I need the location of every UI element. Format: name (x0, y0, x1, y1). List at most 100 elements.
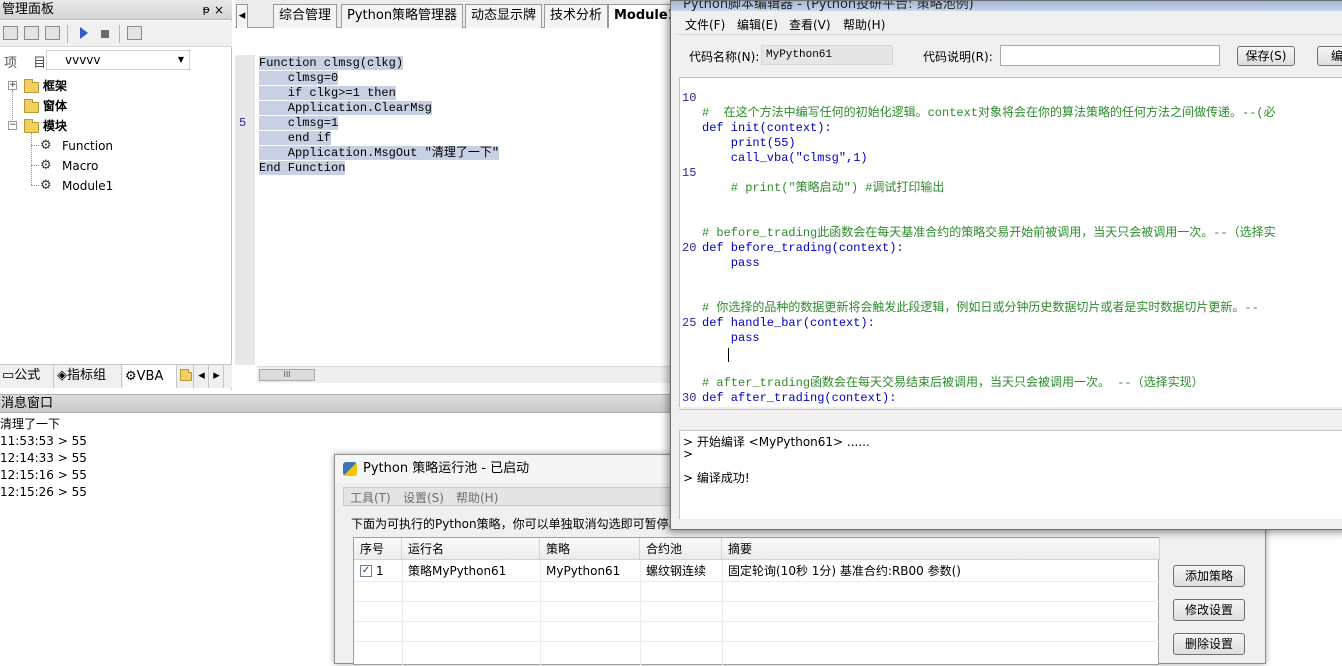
code-info-bar: 代码名称(N): MyPython61 代码说明(R): 保存(S) 编 (677, 37, 1342, 75)
folder-icon (180, 369, 192, 381)
pin-icon[interactable]: ᵽ (203, 0, 210, 20)
close-icon[interactable]: × (214, 0, 224, 20)
save-button[interactable]: 保存(S) (1237, 46, 1295, 66)
tree-item-module1[interactable]: ⚙ Module1 (0, 177, 230, 195)
code-name-field[interactable]: MyPython61 (761, 45, 893, 65)
chevron-left-icon: ◂ (198, 368, 205, 383)
message-line: 12:15:16 > 55 (0, 468, 87, 482)
management-panel: 管理面板 ᵽ × 项 目 vvvvv ▼ + 框架 窗体 − 模块 ⚙ Func… (0, 0, 232, 390)
new-item-icon[interactable] (3, 26, 18, 40)
chevron-right-icon: ▸ (213, 368, 220, 383)
chevron-down-icon: ▼ (177, 55, 184, 64)
strategy-pool-description: 下面为可执行的Python策略，你可以单独取消勾选即可暂停单 (351, 517, 681, 531)
management-panel-title: 管理面板 (2, 2, 55, 17)
edit-button[interactable]: 编 (1317, 46, 1342, 66)
tab-indicator-group[interactable]: ◈指标组 (55, 365, 122, 388)
code-line: def init(context): (702, 121, 832, 135)
tab-label: 指标组 (67, 368, 107, 383)
tab-formula[interactable]: ▭公式 (0, 365, 54, 388)
tab-scroll-left[interactable]: ◂ (236, 4, 248, 28)
tree-item-label: 框架 (43, 79, 68, 93)
strategy-pool-title: Python 策略运行池 - 已启动 (363, 461, 530, 476)
menu-help[interactable]: 帮助(H) (456, 489, 498, 506)
python-editor-title-bar[interactable]: Python脚本编辑器 - (Python投研平台: 策略池例) (671, 1, 1342, 11)
tab-technical-analysis[interactable]: 技术分析 (544, 4, 609, 28)
scrollbar-thumb[interactable]: III (259, 369, 315, 381)
message-line: 11:53:53 > 55 (0, 434, 87, 448)
formula-icon: ▭ (2, 368, 15, 383)
menu-tools[interactable]: 工具(T) (350, 489, 391, 506)
tab-label: 公式 (14, 368, 41, 383)
cell-summary: 固定轮询(10秒 1分) 基准合约:RB00 参数() (728, 564, 961, 578)
module-icon: ⚙ (40, 138, 52, 153)
folder-icon (24, 79, 39, 93)
collapse-icon[interactable]: − (8, 121, 17, 130)
python-code-editor[interactable]: 10 15 20 25 30 # 在这个方法中编写任何的初始化逻辑。contex… (679, 77, 1342, 407)
tree-item-module[interactable]: − 模块 (0, 117, 230, 135)
stop-icon[interactable] (101, 30, 109, 38)
column-header-strategy[interactable]: 策略 (540, 538, 640, 560)
code-desc-field[interactable] (1000, 45, 1220, 66)
tab-dynamic-board[interactable]: 动态显示牌 (465, 4, 543, 28)
output-splitter[interactable] (679, 409, 1342, 431)
horizontal-scrollbar[interactable]: III (257, 366, 675, 383)
indicator-icon: ◈ (57, 368, 67, 383)
project-label: 项 目 (4, 56, 53, 71)
cell-run-name: 策略MyPython61 (408, 564, 507, 578)
menu-file[interactable]: 文件(F) (685, 16, 725, 33)
code-line: pass (702, 331, 760, 345)
line-number: 20 (682, 241, 697, 255)
tree-item-frame[interactable]: + 框架 (0, 77, 230, 95)
code-line: # before_trading此函数会在每天基准合约的策略交易开始前被调用，当… (702, 226, 1276, 240)
vba-code[interactable]: Function clmsg(clkg) clmsg=0 if clkg>=1 … (259, 56, 500, 176)
message-window-body: 清理了一下 11:53:53 > 55 12:14:33 > 55 12:15:… (0, 416, 87, 501)
management-panel-title-bar: 管理面板 ᵽ × (0, 0, 232, 20)
code-line: clmsg=1 (259, 116, 339, 130)
column-header-index[interactable]: 序号 (354, 538, 402, 560)
line-number: 30 (682, 391, 697, 405)
code-line: call_vba("clmsg",1) (702, 151, 868, 165)
list-view-icon[interactable] (24, 26, 39, 40)
grid-line (354, 601, 1160, 602)
toolbar-separator (119, 25, 120, 43)
delete-settings-button[interactable]: 删除设置 (1173, 633, 1245, 655)
code-line: # 在这个方法中编写任何的初始化逻辑。context对象将会在你的算法策略的任何… (702, 106, 1276, 120)
tab-more[interactable] (178, 365, 194, 388)
cell-strategy: MyPython61 (546, 564, 621, 578)
menu-view[interactable]: 查看(V) (789, 16, 831, 33)
column-header-summary[interactable]: 摘要 (722, 538, 1160, 560)
column-header-pool[interactable]: 合约池 (640, 538, 722, 560)
tree-item-label: 窗体 (43, 99, 68, 113)
menu-settings[interactable]: 设置(S) (403, 489, 444, 506)
tree-item-function[interactable]: ⚙ Function (0, 137, 230, 155)
run-icon[interactable] (80, 27, 88, 39)
toolbar-separator (67, 25, 68, 43)
code-line: end if (259, 131, 332, 145)
project-select[interactable]: vvvvv ▼ (46, 50, 190, 70)
tab-scroll-left[interactable]: ◂ (195, 365, 209, 388)
tree-item-form[interactable]: 窗体 (0, 97, 230, 115)
tree-item-macro[interactable]: ⚙ Macro (0, 157, 230, 175)
text-cursor (728, 348, 729, 362)
message-window-title: 消息窗口 (0, 394, 680, 413)
tab-python-strategy-manager[interactable]: Python策略管理器 (341, 4, 464, 28)
module-icon: ⚙ (40, 158, 52, 173)
expand-icon[interactable]: + (8, 81, 17, 90)
tree-item-label: Function (62, 139, 114, 153)
line-number: 10 (682, 91, 697, 105)
strategy-table: 序号 运行名 策略 合约池 摘要 ✓ 1 策略MyPython61 MyPyth… (353, 537, 1160, 666)
properties-icon[interactable] (45, 26, 60, 40)
editor-tab-bar: ◂ 综合管理 Python策略管理器 动态显示牌 技术分析 Module1 (235, 0, 683, 29)
column-header-run-name[interactable]: 运行名 (402, 538, 540, 560)
modify-settings-button[interactable]: 修改设置 (1173, 599, 1245, 621)
add-strategy-button[interactable]: 添加策略 (1173, 565, 1245, 587)
tab-vba[interactable]: ⚙VBA (123, 365, 177, 388)
tab-overview[interactable]: 综合管理 (273, 4, 338, 28)
code-line: Application.ClearMsg (259, 101, 432, 115)
management-bottom-tabs: ▭公式 ◈指标组 ⚙VBA ◂ ▸ (0, 364, 232, 388)
menu-help[interactable]: 帮助(H) (843, 16, 885, 33)
tab-scroll-right[interactable]: ▸ (210, 365, 224, 388)
export-icon[interactable] (127, 26, 142, 40)
python-editor-title: Python脚本编辑器 - (Python投研平台: 策略池例) (683, 1, 974, 11)
menu-edit[interactable]: 编辑(E) (737, 16, 778, 33)
